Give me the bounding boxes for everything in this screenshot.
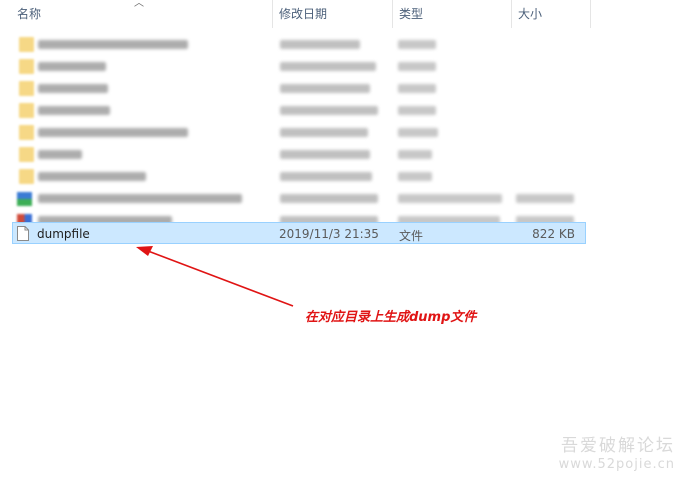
watermark: 吾爱破解论坛 www.52pojie.cn bbox=[559, 436, 675, 474]
watermark-url: www.52pojie.cn bbox=[558, 457, 675, 473]
annotation-arrow bbox=[136, 246, 294, 307]
watermark-title: 吾爱破解论坛 bbox=[561, 436, 675, 456]
annotation-text: 在对应目录上生成dump文件 bbox=[305, 310, 477, 325]
